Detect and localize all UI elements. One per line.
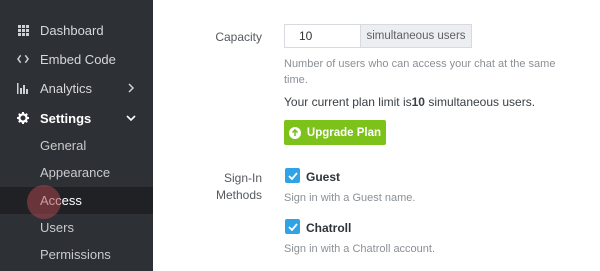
sidebar-subitem-permissions[interactable]: Permissions xyxy=(0,241,153,268)
gear-icon xyxy=(17,112,29,124)
plan-limit-suffix: simultaneous users. xyxy=(424,95,536,109)
plan-limit-value: 10 xyxy=(411,95,425,109)
sidebar-item-embed-code[interactable]: Embed Code xyxy=(0,44,153,74)
chevron-down-icon xyxy=(125,112,137,124)
upgrade-plan-button[interactable]: Upgrade Plan xyxy=(284,120,386,145)
sidebar-item-label: Settings xyxy=(40,110,92,126)
signin-methods-label: Sign-In Methods xyxy=(205,170,262,204)
capacity-input[interactable]: 10 xyxy=(284,24,360,48)
sidebar-subitem-access[interactable]: Access xyxy=(0,187,153,214)
plan-limit-prefix: Your current plan limit is xyxy=(284,95,412,109)
sidebar-item-analytics[interactable]: Analytics xyxy=(0,73,153,103)
capacity-help-line2: time. xyxy=(284,74,308,86)
guest-checkbox[interactable] xyxy=(285,168,300,183)
check-icon xyxy=(287,171,298,180)
sidebar-subitem-label: Permissions xyxy=(40,247,111,262)
sidebar-subitem-label: General xyxy=(40,138,87,153)
grid-icon xyxy=(17,24,29,36)
guest-label: Guest xyxy=(306,170,341,184)
chevron-right-icon xyxy=(125,82,137,94)
signin-label-line2: Methods xyxy=(215,188,262,202)
upgrade-plan-label: Upgrade Plan xyxy=(306,126,382,139)
chatroll-checkbox[interactable] xyxy=(285,219,300,234)
sidebar-subitem-appearance[interactable]: Appearance xyxy=(0,159,153,186)
capacity-label: Capacity xyxy=(215,30,262,44)
signin-label-line1: Sign-In xyxy=(223,171,262,185)
chatroll-label: Chatroll xyxy=(306,221,352,235)
sidebar: Dashboard Embed Code Analytics Settings … xyxy=(0,0,153,271)
code-icon xyxy=(17,53,29,65)
sidebar-item-label: Dashboard xyxy=(40,22,104,38)
sidebar-subitem-general[interactable]: General xyxy=(0,132,153,159)
sidebar-item-label: Analytics xyxy=(40,80,93,96)
sidebar-item-label: Embed Code xyxy=(40,51,116,67)
sidebar-item-dashboard[interactable]: Dashboard xyxy=(0,15,153,45)
capacity-addon: simultaneous users xyxy=(360,24,472,48)
chatroll-help: Sign in with a Chatroll account. xyxy=(284,243,436,255)
plan-limit-text: Your current plan limit is10 simultaneou… xyxy=(284,95,535,109)
sidebar-subitem-label: Users xyxy=(40,220,74,235)
guest-help: Sign in with a Guest name. xyxy=(284,192,416,204)
arrow-up-circle-icon xyxy=(288,126,301,139)
check-icon xyxy=(287,222,298,231)
bar-chart-icon xyxy=(17,82,29,94)
sidebar-subitem-label: Appearance xyxy=(40,165,111,180)
sidebar-subitem-users[interactable]: Users xyxy=(0,214,153,241)
capacity-help-line1: Number of users who can access your chat… xyxy=(284,58,556,70)
sidebar-item-settings[interactable]: Settings xyxy=(0,103,153,133)
